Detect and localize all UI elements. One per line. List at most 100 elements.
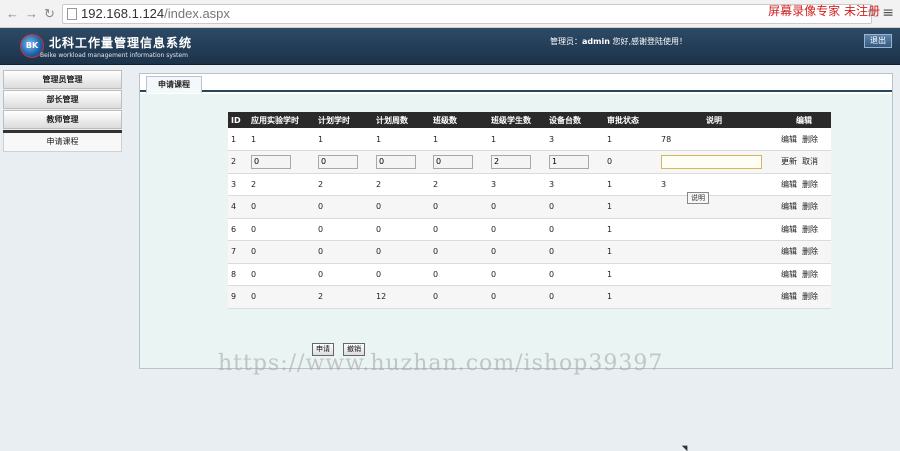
cell: 0 bbox=[430, 218, 488, 241]
edit-link[interactable]: 编辑 bbox=[781, 135, 797, 144]
cell-actions: 更新 取消 bbox=[778, 150, 831, 174]
cell-actions: 编辑 删除 bbox=[778, 285, 831, 309]
main-panel: 申请课程 ID 应用实验学时 计划学时 计划周数 班级数 班级学生数 设备台数 … bbox=[139, 73, 893, 369]
cell: 0 bbox=[248, 218, 315, 241]
table-row: 9 0 2 12 0 0 0 1 编辑 删除 bbox=[228, 285, 831, 309]
address-bar[interactable]: 192.168.1.124/index.aspx bbox=[62, 4, 872, 24]
cell-note bbox=[651, 285, 778, 309]
cell-id: 9 bbox=[228, 285, 248, 309]
note-tooltip: 说明 bbox=[687, 192, 709, 204]
delete-link[interactable]: 删除 bbox=[802, 225, 818, 234]
column-header: 班级数 bbox=[430, 112, 488, 128]
plan-hours-input[interactable] bbox=[318, 154, 358, 169]
cell: 0 bbox=[373, 195, 430, 219]
mouse-cursor-icon bbox=[681, 442, 691, 451]
cell: 1 bbox=[488, 128, 546, 151]
column-header: 编辑 bbox=[778, 112, 831, 128]
cell-id: 7 bbox=[228, 240, 248, 264]
admin-name: admin bbox=[582, 37, 610, 46]
exp-hours-input[interactable] bbox=[251, 154, 291, 169]
note-input[interactable] bbox=[661, 154, 762, 169]
sidebar: 管理员管理 部长管理 教师管理 申请课程 bbox=[3, 70, 122, 152]
edit-link[interactable]: 编辑 bbox=[781, 270, 797, 279]
edit-link[interactable]: 编辑 bbox=[781, 247, 797, 256]
cell: 0 bbox=[248, 285, 315, 309]
edit-link[interactable]: 编辑 bbox=[781, 180, 797, 189]
cell-status: 1 bbox=[604, 285, 651, 309]
cell bbox=[546, 150, 604, 174]
cell-actions: 编辑 删除 bbox=[778, 195, 831, 219]
cell: 0 bbox=[430, 240, 488, 264]
delete-link[interactable]: 删除 bbox=[802, 202, 818, 211]
cell-actions: 编辑 删除 bbox=[778, 218, 831, 241]
cell-note bbox=[651, 195, 778, 219]
cell-status: 1 bbox=[604, 240, 651, 264]
table-row: 4 0 0 0 0 0 0 1 编辑 删除 bbox=[228, 195, 831, 219]
cell: 2 bbox=[430, 173, 488, 196]
cell: 0 bbox=[546, 285, 604, 309]
cell: 0 bbox=[488, 285, 546, 309]
cell-status: 0 bbox=[604, 150, 651, 174]
cell: 0 bbox=[373, 240, 430, 264]
sidebar-item-minister-management[interactable]: 部长管理 bbox=[3, 90, 122, 109]
logout-button[interactable]: 退出 bbox=[864, 34, 892, 48]
delete-link[interactable]: 删除 bbox=[802, 180, 818, 189]
edit-link[interactable]: 编辑 bbox=[781, 292, 797, 301]
cell: 0 bbox=[248, 263, 315, 286]
edit-link[interactable]: 编辑 bbox=[781, 225, 797, 234]
forward-icon[interactable]: → bbox=[25, 6, 38, 21]
cell-note: 78 bbox=[651, 128, 778, 151]
cell: 0 bbox=[430, 285, 488, 309]
sidebar-item-admin-management[interactable]: 管理员管理 bbox=[3, 70, 122, 89]
sidebar-subitem-apply-course[interactable]: 申请课程 bbox=[3, 133, 122, 152]
cell: 0 bbox=[488, 195, 546, 219]
cell-actions: 编辑 删除 bbox=[778, 128, 831, 151]
cell-id: 1 bbox=[228, 128, 248, 151]
sidebar-item-teacher-management[interactable]: 教师管理 bbox=[3, 110, 122, 129]
cell-id: 6 bbox=[228, 218, 248, 241]
cell bbox=[315, 150, 373, 174]
url-path: /index.aspx bbox=[164, 6, 230, 21]
cell: 1 bbox=[430, 128, 488, 151]
cell: 0 bbox=[546, 195, 604, 219]
cell bbox=[430, 150, 488, 174]
tab-apply-course[interactable]: 申请课程 bbox=[146, 76, 202, 93]
table-row: 6 0 0 0 0 0 0 1 编辑 删除 bbox=[228, 218, 831, 241]
delete-link[interactable]: 删除 bbox=[802, 247, 818, 256]
back-icon[interactable]: ← bbox=[6, 6, 19, 21]
device-count-input[interactable] bbox=[549, 154, 589, 169]
class-students-input[interactable] bbox=[491, 154, 531, 169]
app-header: BK 北科工作量管理信息系统 Beike workload management… bbox=[0, 28, 900, 65]
delete-link[interactable]: 删除 bbox=[802, 135, 818, 144]
system-subtitle: Beike workload management information sy… bbox=[40, 52, 188, 59]
cell-status: 1 bbox=[604, 195, 651, 219]
plan-weeks-input[interactable] bbox=[376, 154, 416, 169]
bookmark-star-icon[interactable]: ☆ bbox=[866, 6, 878, 21]
cell: 2 bbox=[373, 173, 430, 196]
cell-note bbox=[651, 150, 778, 174]
cell bbox=[373, 150, 430, 174]
table-header-row: ID 应用实验学时 计划学时 计划周数 班级数 班级学生数 设备台数 审批状态 … bbox=[228, 112, 831, 128]
table-row: 8 0 0 0 0 0 0 1 编辑 删除 bbox=[228, 263, 831, 286]
cell: 1 bbox=[248, 128, 315, 151]
cell: 2 bbox=[315, 173, 373, 196]
edit-link[interactable]: 编辑 bbox=[781, 202, 797, 211]
delete-link[interactable]: 删除 bbox=[802, 270, 818, 279]
class-count-input[interactable] bbox=[433, 154, 473, 169]
cell: 0 bbox=[546, 263, 604, 286]
update-link[interactable]: 更新 bbox=[781, 157, 797, 166]
admin-greeting: 管理员：admin 您好,感谢登陆使用！ bbox=[550, 37, 687, 46]
recorder-watermark: 屏幕录像专家 未注册 bbox=[768, 4, 880, 18]
column-header: 设备台数 bbox=[546, 112, 604, 128]
cell-actions: 编辑 删除 bbox=[778, 263, 831, 286]
site-watermark: https://www.huzhan.com/ishop39397 bbox=[218, 351, 664, 376]
reload-icon[interactable]: ↻ bbox=[44, 6, 55, 22]
delete-link[interactable]: 删除 bbox=[802, 292, 818, 301]
browser-menu-icon[interactable]: ≡ bbox=[882, 5, 894, 21]
cell: 0 bbox=[373, 218, 430, 241]
tab-bar: 申请课程 bbox=[140, 74, 892, 93]
column-header: 审批状态 bbox=[604, 112, 651, 128]
cell: 3 bbox=[488, 173, 546, 196]
content-area: ID 应用实验学时 计划学时 计划周数 班级数 班级学生数 设备台数 审批状态 … bbox=[140, 94, 892, 368]
cancel-link[interactable]: 取消 bbox=[802, 157, 818, 166]
